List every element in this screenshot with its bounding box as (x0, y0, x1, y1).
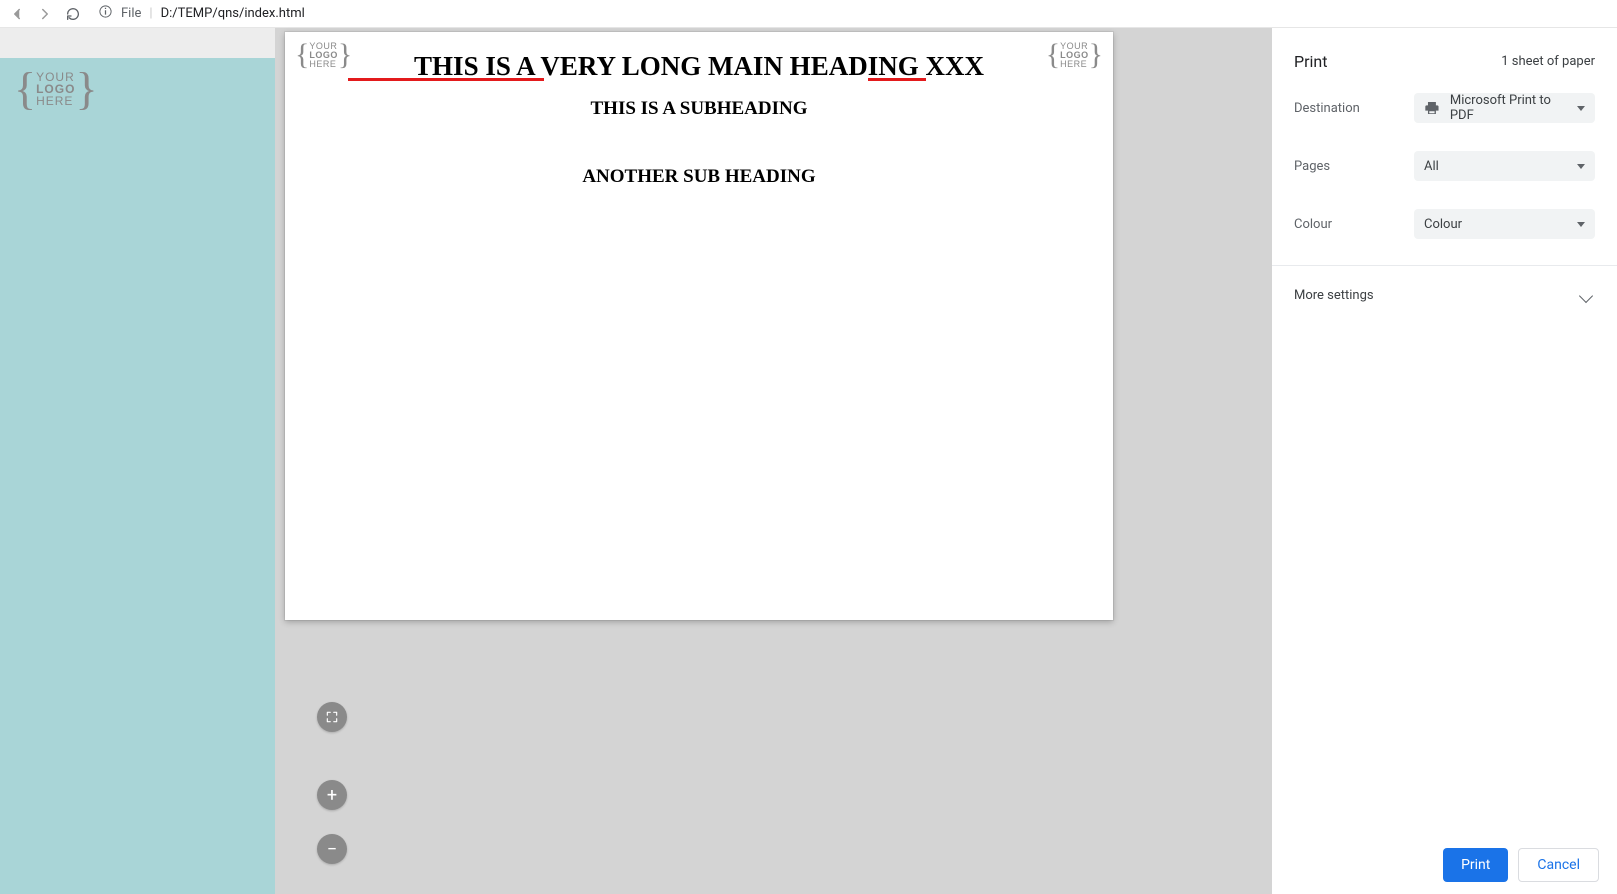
print-dialog: { YOUR LOGO HERE } { (275, 28, 1617, 894)
preview-sub-heading: THIS IS A SUBHEADING (293, 98, 1105, 120)
logo-line: HERE (36, 95, 75, 107)
url-text: D:/TEMP/qns/index.html (161, 6, 305, 21)
preview-logo-right: { YOUR LOGO HERE } (1046, 40, 1103, 70)
annotation-underline (868, 78, 926, 81)
print-button-label: Print (1461, 857, 1490, 873)
colour-dropdown[interactable]: Colour (1414, 209, 1595, 239)
url-separator: | (149, 6, 152, 21)
zoom-in-button[interactable]: + (317, 780, 347, 810)
preview-logo-left: { YOUR LOGO HERE } (295, 40, 352, 70)
preview-page: { YOUR LOGO HERE } { (285, 32, 1113, 620)
annotation-underline (348, 78, 544, 81)
cancel-button[interactable]: Cancel (1518, 848, 1599, 882)
colour-label: Colour (1294, 217, 1414, 232)
print-button[interactable]: Print (1443, 848, 1508, 882)
address-bar[interactable]: File | D:/TEMP/qns/index.html (98, 4, 305, 23)
destination-value: Microsoft Print to PDF (1450, 93, 1577, 123)
logo-line: HERE (1060, 60, 1089, 69)
reload-button[interactable] (64, 5, 82, 23)
back-button[interactable] (8, 5, 26, 23)
minus-icon: − (327, 839, 337, 860)
printer-icon (1424, 100, 1440, 116)
destination-label: Destination (1294, 101, 1414, 116)
fit-to-page-button[interactable] (317, 702, 347, 732)
chevron-down-icon (1577, 106, 1585, 111)
more-settings-toggle[interactable]: More settings (1272, 270, 1617, 321)
divider (1272, 265, 1617, 266)
zoom-out-button[interactable]: − (317, 834, 347, 864)
more-settings-label: More settings (1294, 288, 1374, 303)
print-preview-area[interactable]: { YOUR LOGO HERE } { (275, 28, 1272, 894)
url-scheme-label: File (121, 6, 141, 21)
chevron-down-icon (1577, 222, 1585, 227)
colour-value: Colour (1424, 217, 1462, 232)
info-icon (98, 4, 113, 23)
pages-label: Pages (1294, 159, 1414, 174)
page-teal-band: { YOUR LOGO HERE } (0, 58, 275, 894)
preview-sub-heading-2: ANOTHER SUB HEADING (293, 166, 1105, 188)
pages-value: All (1424, 159, 1439, 174)
browser-toolbar: File | D:/TEMP/qns/index.html (0, 0, 1617, 28)
print-settings-panel: Print 1 sheet of paper Destination Micro… (1272, 28, 1617, 894)
cancel-button-label: Cancel (1537, 857, 1580, 873)
forward-button[interactable] (36, 5, 54, 23)
sheet-count: 1 sheet of paper (1501, 54, 1595, 69)
destination-dropdown[interactable]: Microsoft Print to PDF (1414, 93, 1595, 123)
page-logo: { YOUR LOGO HERE } (14, 66, 98, 112)
print-title: Print (1294, 52, 1327, 71)
chevron-down-icon (1579, 288, 1593, 302)
chevron-down-icon (1577, 164, 1585, 169)
preview-zoom-controls: + − (317, 702, 347, 864)
fit-icon (325, 710, 339, 724)
logo-line: HERE (309, 60, 338, 69)
pages-dropdown[interactable]: All (1414, 151, 1595, 181)
plus-icon: + (327, 785, 337, 806)
